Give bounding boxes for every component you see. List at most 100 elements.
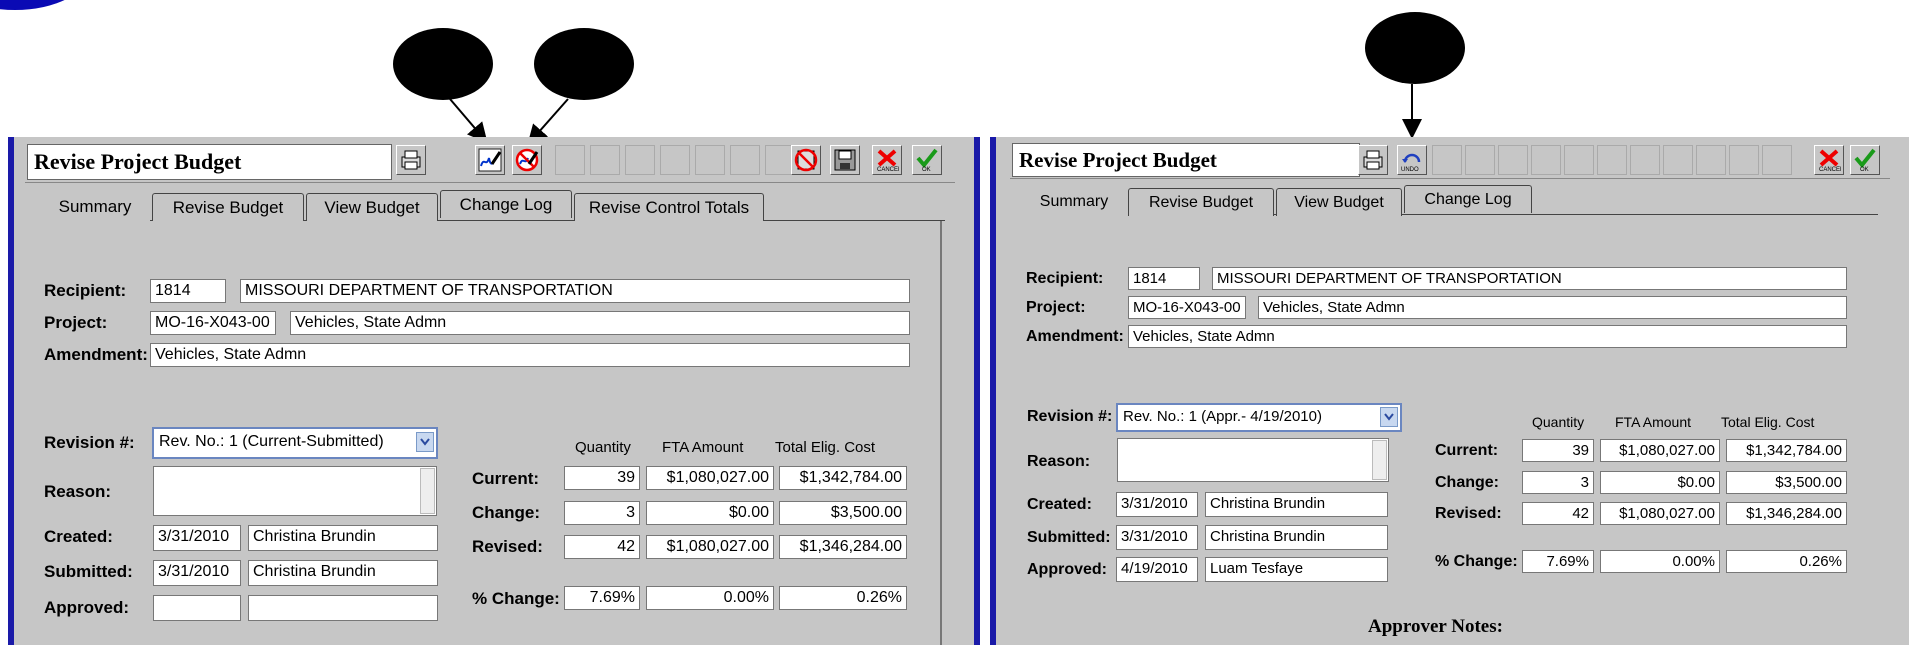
- approved-by-field[interactable]: [248, 595, 438, 621]
- change-fta-amount[interactable]: $0.00: [646, 501, 774, 525]
- current-total-cost[interactable]: $1,342,784.00: [1726, 439, 1847, 462]
- submitted-by-field[interactable]: Christina Brundin: [1205, 525, 1388, 550]
- toolbar-slot: [1564, 145, 1594, 175]
- approved-date-field[interactable]: 4/19/2010: [1116, 557, 1198, 582]
- tab-summary[interactable]: Summary: [40, 193, 150, 221]
- toolbar-slot: [1630, 145, 1660, 175]
- approved-by-field[interactable]: Luam Tesfaye: [1205, 557, 1388, 582]
- chevron-down-icon[interactable]: [416, 432, 434, 452]
- project-id-field[interactable]: MO-16-X043-00: [1128, 296, 1246, 319]
- revised-fta-amount[interactable]: $1,080,027.00: [1600, 502, 1720, 525]
- recipient-name-field[interactable]: MISSOURI DEPARTMENT OF TRANSPORTATION: [1212, 267, 1847, 290]
- delete-icon: [794, 148, 818, 172]
- tab-view-budget[interactable]: View Budget: [1276, 188, 1402, 216]
- tab-revise-budget[interactable]: Revise Budget: [152, 193, 304, 221]
- revised-fta-amount[interactable]: $1,080,027.00: [646, 535, 774, 559]
- pct-change-quantity[interactable]: 7.69%: [564, 586, 640, 610]
- created-date-field[interactable]: 3/31/2010: [153, 525, 241, 551]
- current-label: Current:: [1435, 442, 1499, 459]
- pct-change-label: % Change:: [1435, 553, 1518, 570]
- reason-textarea[interactable]: [153, 466, 437, 516]
- column-header-quantity: Quantity: [575, 439, 631, 456]
- pct-change-fta-amount[interactable]: 0.00%: [646, 586, 774, 610]
- tab-view-budget[interactable]: View Budget: [306, 193, 438, 221]
- change-quantity[interactable]: 3: [564, 501, 640, 525]
- tab-revise-control-totals[interactable]: Revise Control Totals: [574, 193, 764, 221]
- tab-change-log[interactable]: Change Log: [440, 190, 572, 218]
- pct-change-total-cost[interactable]: 0.26%: [1726, 550, 1847, 573]
- recipient-id-field[interactable]: 1814: [1128, 267, 1200, 290]
- current-total-cost[interactable]: $1,342,784.00: [779, 466, 907, 490]
- toolbar-slot: [730, 145, 760, 175]
- toolbar-slot: [1729, 145, 1759, 175]
- revision-select-value: Rev. No.: 1 (Current-Submitted): [159, 433, 384, 450]
- tab-revise-budget[interactable]: Revise Budget: [1128, 188, 1274, 216]
- reason-textarea[interactable]: [1117, 438, 1389, 482]
- revised-quantity[interactable]: 42: [1522, 502, 1594, 525]
- revised-total-cost[interactable]: $1,346,284.00: [1726, 502, 1847, 525]
- amendment-field[interactable]: Vehicles, State Admn: [1128, 325, 1847, 348]
- print-button[interactable]: [396, 145, 426, 175]
- svg-text:OK: OK: [922, 167, 931, 172]
- undo-button[interactable]: UNDO: [1397, 145, 1427, 175]
- recipient-label: Recipient:: [1026, 270, 1104, 287]
- project-id-field[interactable]: MO-16-X043-00: [150, 311, 276, 335]
- submitted-by-field[interactable]: Christina Brundin: [248, 560, 438, 586]
- created-date-field[interactable]: 3/31/2010: [1116, 492, 1198, 517]
- project-name-field[interactable]: Vehicles, State Admn: [1258, 296, 1847, 319]
- scrollbar[interactable]: [1372, 440, 1387, 480]
- submitted-date-field[interactable]: 3/31/2010: [153, 560, 241, 586]
- delete-button[interactable]: [791, 145, 821, 175]
- ok-button[interactable]: OK: [1850, 145, 1880, 175]
- save-button[interactable]: [830, 145, 860, 175]
- revised-quantity[interactable]: 42: [564, 535, 640, 559]
- unsign-icon: [515, 148, 539, 172]
- column-header-total-elig-cost: Total Elig. Cost: [1721, 414, 1815, 430]
- change-quantity[interactable]: 3: [1522, 471, 1594, 494]
- revised-label: Revised:: [472, 537, 543, 556]
- reason-label: Reason:: [44, 482, 112, 501]
- toolbar-slot: [1762, 145, 1792, 175]
- revised-total-cost[interactable]: $1,346,284.00: [779, 535, 907, 559]
- tab-summary[interactable]: Summary: [1022, 188, 1126, 216]
- change-label: Change:: [1435, 474, 1499, 491]
- scrollbar[interactable]: [420, 468, 435, 514]
- approved-date-field[interactable]: [153, 595, 241, 621]
- pct-change-quantity[interactable]: 7.69%: [1522, 550, 1594, 573]
- change-fta-amount[interactable]: $0.00: [1600, 471, 1720, 494]
- current-quantity[interactable]: 39: [1522, 439, 1594, 462]
- recipient-name-field[interactable]: MISSOURI DEPARTMENT OF TRANSPORTATION: [240, 279, 910, 303]
- revision-select[interactable]: Rev. No.: 1 (Current-Submitted): [152, 427, 438, 459]
- column-header-quantity: Quantity: [1532, 414, 1585, 430]
- submitted-date-field[interactable]: 3/31/2010: [1116, 525, 1198, 550]
- approver-notes-heading: Approver Notes:: [1368, 616, 1503, 637]
- column-header-fta-amount: FTA Amount: [1615, 414, 1691, 430]
- amendment-field[interactable]: Vehicles, State Admn: [150, 343, 910, 367]
- callout-arrows: [449, 84, 1422, 145]
- change-total-cost[interactable]: $3,500.00: [779, 501, 907, 525]
- chevron-down-icon[interactable]: [1380, 407, 1398, 427]
- recipient-id-field[interactable]: 1814: [150, 279, 226, 303]
- tab-change-log[interactable]: Change Log: [1404, 185, 1532, 213]
- current-fta-amount[interactable]: $1,080,027.00: [646, 466, 774, 490]
- unsign-button[interactable]: [512, 145, 542, 175]
- pct-change-fta-amount[interactable]: 0.00%: [1600, 550, 1720, 573]
- change-total-cost[interactable]: $3,500.00: [1726, 471, 1847, 494]
- created-by-field[interactable]: Christina Brundin: [248, 525, 438, 551]
- undo-icon: UNDO: [1401, 153, 1421, 172]
- cancel-button[interactable]: CANCEL: [1814, 145, 1844, 175]
- approved-label: Approved:: [44, 598, 129, 617]
- toolbar-slot: [695, 145, 725, 175]
- print-button[interactable]: [1358, 145, 1388, 175]
- ok-button[interactable]: OK: [912, 145, 942, 175]
- revision-select[interactable]: Rev. No.: 1 (Appr.- 4/19/2010): [1116, 403, 1402, 432]
- pct-change-total-cost[interactable]: 0.26%: [779, 586, 907, 610]
- current-quantity[interactable]: 39: [564, 466, 640, 490]
- toolbar-slot: [1597, 145, 1627, 175]
- cancel-button[interactable]: CANCEL: [872, 145, 902, 175]
- printer-icon: [401, 150, 421, 170]
- created-by-field[interactable]: Christina Brundin: [1205, 492, 1388, 517]
- current-fta-amount[interactable]: $1,080,027.00: [1600, 439, 1720, 462]
- sign-button[interactable]: [475, 145, 505, 175]
- project-name-field[interactable]: Vehicles, State Admn: [290, 311, 910, 335]
